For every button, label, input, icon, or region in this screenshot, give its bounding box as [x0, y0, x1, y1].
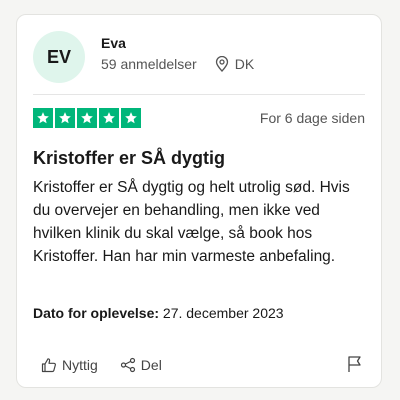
star-icon [77, 108, 97, 128]
avatar: EV [33, 31, 85, 83]
review-actions: Nyttig Del [41, 357, 162, 373]
star-icon [33, 108, 53, 128]
star-icon [99, 108, 119, 128]
reviewer-meta: 59 anmeldelser DK [101, 56, 254, 72]
experience-date-label: Dato for oplevelse: [33, 305, 160, 321]
location-pin-icon [215, 56, 228, 72]
divider [33, 94, 365, 95]
reviewer-name[interactable]: Eva [101, 35, 126, 51]
flag-icon [348, 356, 361, 372]
star-rating [33, 108, 141, 128]
share-icon [120, 357, 135, 373]
review-body: Kristoffer er SÅ dygtig og helt utrolig … [33, 179, 350, 265]
experience-date: Dato for oplevelse: 27. december 2023 [33, 305, 284, 321]
star-icon [55, 108, 75, 128]
review-card: EV Eva 59 anmeldelser DK For 6 dage side… [16, 14, 382, 388]
thumbs-up-icon [41, 358, 56, 373]
useful-label: Nyttig [62, 357, 98, 373]
star-icon [121, 108, 141, 128]
country-code: DK [234, 56, 255, 72]
review-title: Kristoffer er SÅ dygtig [33, 148, 226, 168]
review-date: For 6 dage siden [259, 110, 365, 126]
report-button[interactable] [347, 355, 363, 378]
useful-button[interactable]: Nyttig [41, 357, 98, 373]
share-label: Del [140, 357, 162, 373]
reviews-count: 59 anmeldelser [101, 56, 197, 72]
experience-date-value: 27. december 2023 [162, 305, 284, 321]
avatar-initials: EV [46, 46, 71, 67]
reviewer-location: DK [215, 56, 254, 72]
share-button[interactable]: Del [120, 357, 162, 373]
